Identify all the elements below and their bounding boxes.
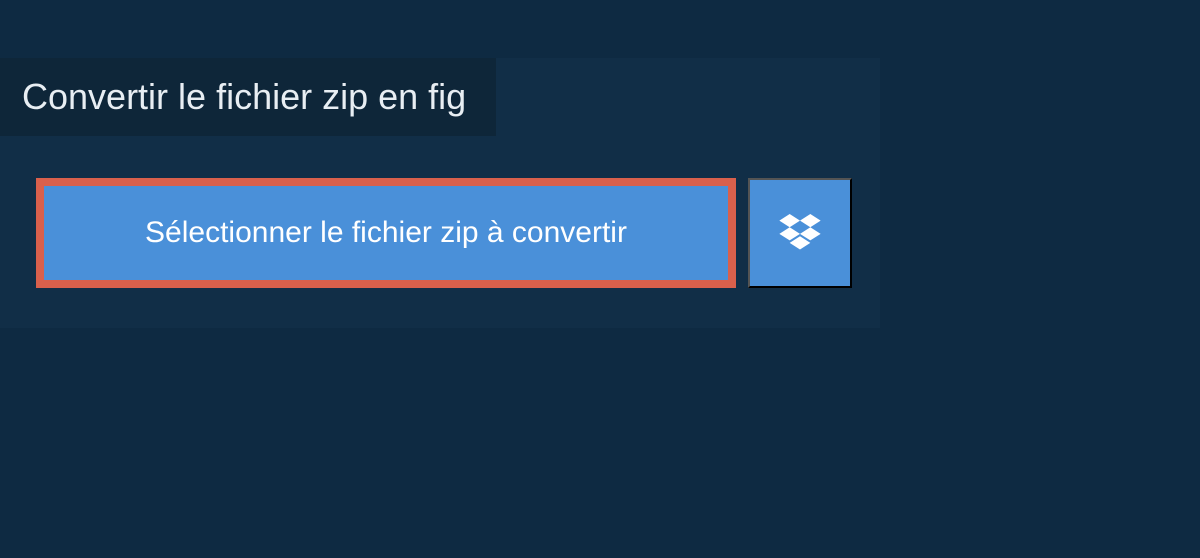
dropbox-icon bbox=[779, 214, 821, 252]
page-title: Convertir le fichier zip en fig bbox=[22, 76, 466, 118]
select-file-button[interactable]: Sélectionner le fichier zip à convertir bbox=[36, 178, 736, 288]
dropbox-button[interactable] bbox=[748, 178, 852, 288]
tab-header: Convertir le fichier zip en fig bbox=[0, 58, 496, 136]
